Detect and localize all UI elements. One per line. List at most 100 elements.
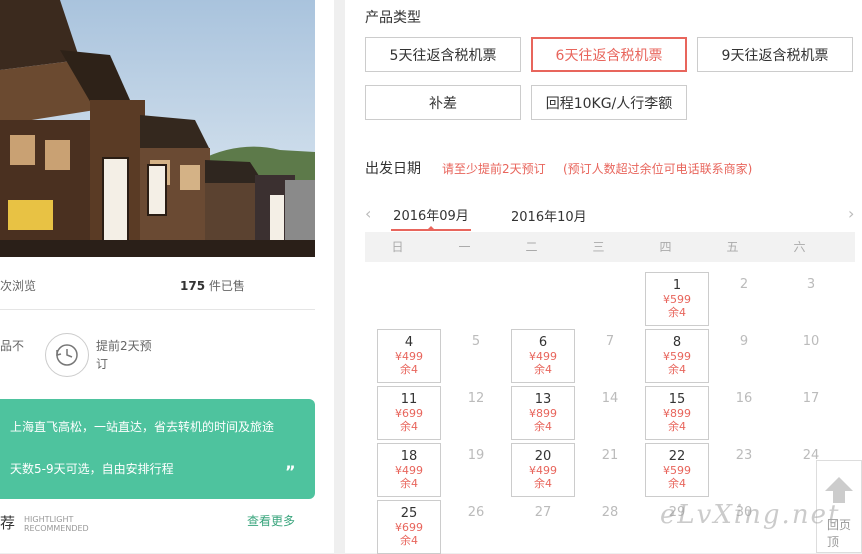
day-price: ¥599 [663, 350, 691, 363]
day-number: 25 [400, 506, 418, 521]
day-number: 18 [400, 449, 418, 464]
advance-notice: 请至少提前2天预订 [442, 162, 546, 176]
calendar-day: 5 [444, 329, 508, 383]
feature-partial-text: 品不 [0, 339, 25, 353]
day-seats-left: 余4 [668, 306, 686, 319]
quote-mark-icon: ” [285, 462, 296, 481]
product-type-title: 产品类型 [365, 10, 421, 26]
product-option-5day[interactable]: 5天往返含税机票 [365, 37, 521, 72]
day-number: 15 [668, 392, 686, 407]
day-number: 17 [802, 391, 820, 406]
day-price: ¥599 [663, 464, 691, 477]
day-number: 3 [806, 277, 816, 292]
recommend-en-label: HIGHTLIGHT RECOMMENDED [24, 515, 89, 533]
watermark: eLvXing.net [660, 500, 841, 530]
calendar-day-available[interactable]: 1 ¥599 余4 [645, 272, 709, 326]
advance-label-line1: 提前2天预 [96, 339, 152, 353]
advance-label-line2: 订 [96, 357, 109, 371]
day-seats-left: 余4 [400, 534, 418, 547]
day-number: 26 [467, 505, 485, 520]
calendar-day-available[interactable]: 25 ¥699 余4 [377, 500, 441, 554]
day-number: 8 [672, 335, 682, 350]
prev-month-chevron-icon[interactable]: ‹ [365, 204, 371, 223]
calendar-day-available[interactable]: 6 ¥499 余4 [511, 329, 575, 383]
street-scene-image [0, 0, 315, 257]
day-price: ¥699 [395, 407, 423, 420]
day-price: ¥699 [395, 521, 423, 534]
advance-booking-label: 提前2天预 订 [96, 337, 152, 373]
day-number: 6 [538, 335, 548, 350]
weekday-label: 五 [726, 240, 739, 254]
day-number: 20 [534, 449, 552, 464]
weekday-label: 六 [793, 240, 806, 254]
day-seats-left: 余4 [534, 363, 552, 376]
day-number: 28 [601, 505, 619, 520]
product-option-6day[interactable]: 6天往返含税机票 [531, 37, 687, 72]
calendar-day-available[interactable]: 4 ¥499 余4 [377, 329, 441, 383]
calendar-day-available[interactable]: 18 ¥499 余4 [377, 443, 441, 497]
day-number: 11 [400, 392, 418, 407]
day-seats-left: 余4 [668, 477, 686, 490]
highlight-item: 天数5-9天可选，自由安排行程 [10, 462, 174, 476]
day-number: 14 [601, 391, 619, 406]
calendar-day-available[interactable]: 15 ¥899 余4 [645, 386, 709, 440]
calendar-day: 10 [779, 329, 843, 383]
day-number: 19 [467, 448, 485, 463]
day-number: 5 [471, 334, 481, 349]
day-number: 22 [668, 449, 686, 464]
weekday-label: 一 [458, 240, 471, 254]
calendar-day: 17 [779, 386, 843, 440]
product-option-9day[interactable]: 9天往返含税机票 [697, 37, 853, 72]
calendar-day: 28 [578, 500, 642, 554]
day-number: 13 [534, 392, 552, 407]
calendar-day: 19 [444, 443, 508, 497]
calendar-day-available[interactable]: 8 ¥599 余4 [645, 329, 709, 383]
day-price: ¥499 [395, 350, 423, 363]
day-number: 4 [404, 335, 414, 350]
next-month-chevron-icon[interactable]: › [848, 204, 854, 223]
day-number: 16 [735, 391, 753, 406]
views-label: 次浏览 [0, 279, 37, 293]
product-option-supplement[interactable]: 补差 [365, 85, 521, 120]
sold-count: 175 件已售 [180, 277, 245, 294]
see-more-link[interactable]: 查看更多 [247, 512, 295, 529]
calendar-day-available[interactable]: 13 ¥899 余4 [511, 386, 575, 440]
day-seats-left: 余4 [668, 363, 686, 376]
day-number: 10 [802, 334, 820, 349]
day-seats-left: 余4 [534, 477, 552, 490]
weekday-label: 三 [592, 240, 605, 254]
calendar-day: 27 [511, 500, 575, 554]
calendar-day-available[interactable]: 20 ¥499 余4 [511, 443, 575, 497]
day-price: ¥499 [529, 464, 557, 477]
month-tab[interactable]: 2016年10月 [511, 206, 587, 225]
recommend-en-line2: RECOMMENDED [24, 524, 89, 533]
calendar-day: 21 [578, 443, 642, 497]
day-number: 1 [672, 278, 682, 293]
highlight-item: 上海直飞高松，一站直达，省去转机的时间及旅途 [10, 420, 275, 434]
day-seats-left: 余4 [400, 477, 418, 490]
day-number: 12 [467, 391, 485, 406]
calendar-day-available[interactable]: 22 ¥599 余4 [645, 443, 709, 497]
view-count: 次浏览 [0, 277, 36, 294]
day-price: ¥599 [663, 293, 691, 306]
sold-suffix: 件已售 [208, 279, 245, 293]
calendar-day: 9 [712, 329, 776, 383]
day-price: ¥499 [395, 464, 423, 477]
weekday-label: 二 [525, 240, 538, 254]
product-option-baggage[interactable]: 回程10KG/人行李额 [531, 85, 687, 120]
day-number: 21 [601, 448, 619, 463]
day-price: ¥899 [663, 407, 691, 420]
day-price: ¥499 [529, 350, 557, 363]
recommend-title: 荐 [0, 514, 16, 532]
sold-number: 175 [180, 279, 206, 293]
day-number: 9 [739, 334, 749, 349]
recommend-en-line1: HIGHTLIGHT [24, 515, 74, 524]
day-price: ¥899 [529, 407, 557, 420]
day-seats-left: 余4 [534, 420, 552, 433]
day-number: 7 [605, 334, 615, 349]
calendar-day: 12 [444, 386, 508, 440]
calendar-day-available[interactable]: 11 ¥699 余4 [377, 386, 441, 440]
weekday-label: 日 [391, 240, 404, 254]
clock-icon [45, 333, 89, 377]
day-number: 23 [735, 448, 753, 463]
